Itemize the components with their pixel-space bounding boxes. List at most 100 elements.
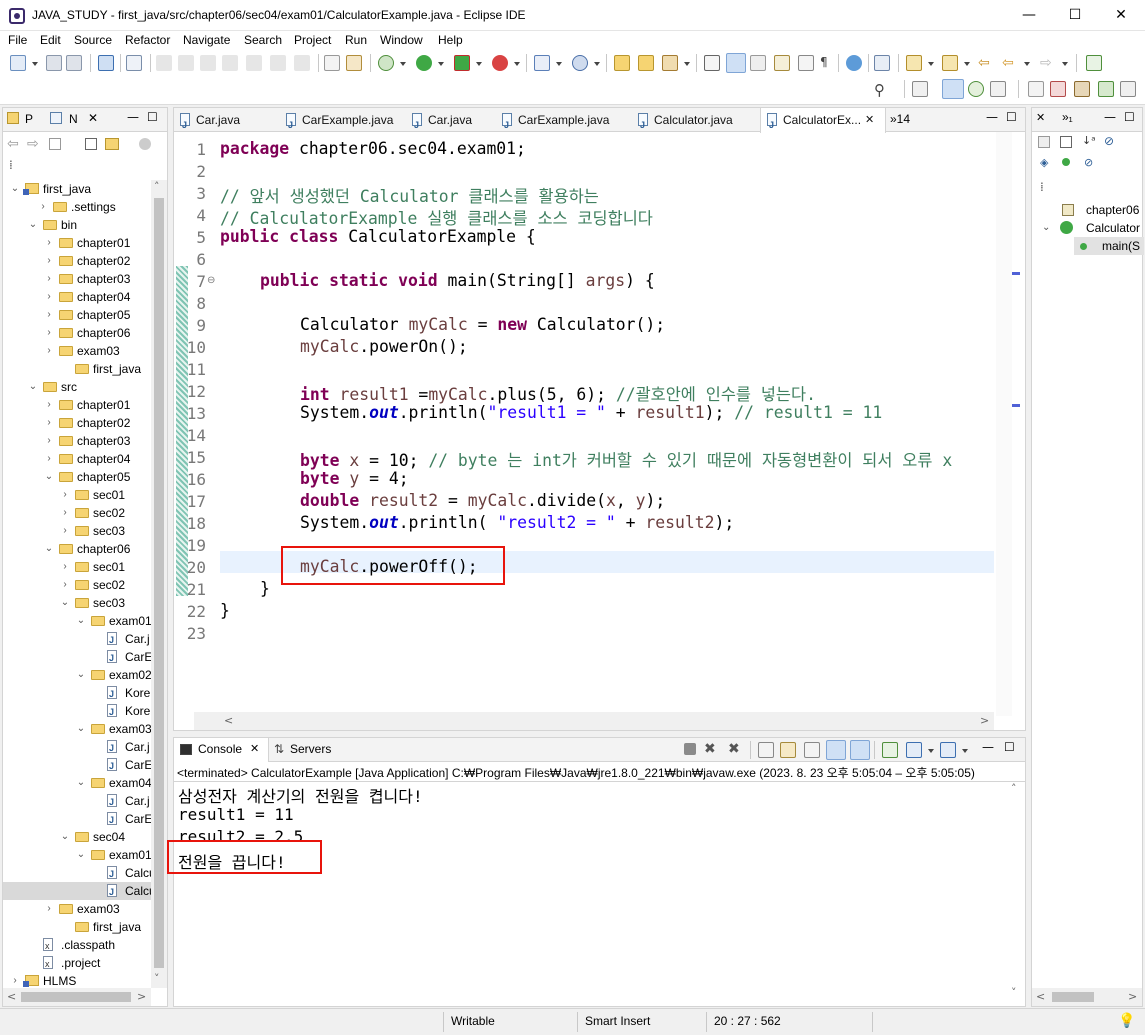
expand-icon[interactable]: › [44,900,54,918]
collapse-icon[interactable]: ⌄ [28,378,38,396]
code-line[interactable]: } [260,579,270,598]
code-line[interactable]: public static void main(String[] args) { [260,271,655,290]
scroll-left-icon[interactable]: < [7,990,16,1003]
expand-icon[interactable]: › [10,972,20,988]
terminal-icon[interactable] [98,55,114,71]
tree-item[interactable]: Car.j [3,630,151,649]
new-icon[interactable] [10,55,26,71]
scroll-right-icon[interactable]: > [137,990,146,1003]
tree-item[interactable]: first_java [3,918,151,936]
terminate-console-icon[interactable] [684,743,696,755]
show-on-stderr-icon[interactable] [850,740,870,760]
tree-item[interactable]: › chapter02 [3,414,151,432]
run-dropdown-icon[interactable] [438,62,444,66]
restore-icon[interactable] [1028,81,1044,97]
tree-item[interactable]: CarE [3,756,151,775]
forward-icon[interactable]: ⇨ [1040,55,1056,71]
next-annotation-icon[interactable] [906,55,922,71]
scroll-down-icon[interactable]: ˅ [1011,986,1017,999]
tree-item[interactable]: ⌄ chapter05 [3,468,151,486]
mark-occurrences-icon[interactable] [726,53,746,73]
new-dropdown-icon[interactable] [32,62,38,66]
expand-icon[interactable]: › [44,324,54,342]
tab-navigator[interactable]: N [69,112,78,126]
scroll-down-icon[interactable]: ˅ [154,972,160,985]
tree-item[interactable]: › HLMS [3,972,151,988]
tab-calculatorexample-java[interactable]: CalculatorEx...✕ [760,108,886,137]
outline-hscroll-thumb[interactable] [1052,992,1094,1002]
tree-item[interactable]: › chapter02 [3,252,151,270]
maximize-outline-icon[interactable]: ☐ [1124,110,1135,124]
tree-item[interactable]: .project [3,954,151,973]
expand-icon[interactable]: › [44,450,54,468]
new-java-project-icon[interactable] [534,55,550,71]
git-perspective-icon[interactable] [990,81,1006,97]
code-line[interactable]: System.out.println("result1 = " + result… [300,403,882,422]
tree-item[interactable]: ⌄ chapter06 [3,540,151,558]
overview-mark-2[interactable] [1012,404,1020,407]
expand-icon[interactable]: › [60,522,70,540]
show-on-stdout-icon[interactable] [826,740,846,760]
editor-horizontal-scrollbar[interactable]: < > [194,712,994,730]
tab-calculator-java[interactable]: Calculator.java [632,108,760,137]
link-with-editor-icon[interactable] [105,138,119,150]
expand-icon[interactable]: › [38,198,48,216]
code-line[interactable]: package chapter06.sec04.exam01; [220,139,526,158]
explorer-hscroll-thumb[interactable] [21,992,131,1002]
tree-item[interactable]: › chapter04 [3,288,151,306]
open-type-icon[interactable] [614,55,630,71]
code-line[interactable]: byte x = 10; // byte 는 int가 커버할 수 있기 때문에… [300,447,952,471]
minimize-button[interactable]: — [1006,0,1052,31]
code-line[interactable]: myCalc.powerOn(); [300,337,468,356]
pilcrow-icon[interactable]: ¶ [820,55,836,71]
tree-item[interactable]: › chapter01 [3,234,151,252]
display-console-dropdown-icon[interactable] [928,749,934,753]
outline-method[interactable]: main(S [1102,239,1140,253]
tree-item[interactable]: › sec01 [3,486,151,504]
remove-launch-icon[interactable]: ✖ [704,741,720,757]
maximize-view-icon[interactable]: ☐ [147,110,158,124]
view-menu-icon[interactable]: ⁞ [9,158,13,172]
close-tab-icon[interactable]: ✕ [88,111,98,125]
minimize-editor-icon[interactable]: — [986,110,998,124]
coverage-dropdown-icon[interactable] [476,62,482,66]
tab-overflow[interactable]: »14 [890,112,910,126]
coverage-icon[interactable] [454,55,470,71]
code-line[interactable]: public class CalculatorExample { [220,227,536,246]
debug-dropdown-icon[interactable] [400,62,406,66]
expand-icon[interactable]: › [44,396,54,414]
code-line[interactable]: } [220,601,230,620]
tree-item[interactable]: › sec02 [3,504,151,522]
tab-car-java-2[interactable]: Car.java [406,108,490,137]
tree-item[interactable]: › sec02 [3,576,151,594]
tree-item[interactable]: CarE [3,648,151,667]
scroll-right-icon[interactable]: > [1128,990,1137,1003]
tree-item[interactable]: › sec01 [3,558,151,576]
globe-icon[interactable] [846,55,862,71]
clear-console-icon[interactable] [758,742,774,758]
drop-to-frame-icon[interactable] [346,55,362,71]
tree-item[interactable]: Kore [3,702,151,721]
tree-item[interactable]: Calcu [3,882,151,901]
new-class-dropdown-icon[interactable] [594,62,600,66]
view-icon-2[interactable] [1074,81,1090,97]
pin-editor-icon[interactable] [1086,55,1102,71]
expand-icon[interactable]: › [60,504,70,522]
debug-perspective-icon[interactable] [968,81,984,97]
menu-edit[interactable]: Edit [40,33,61,47]
view-icon-4[interactable] [1120,81,1136,97]
tree-item[interactable]: › .settings [3,198,151,216]
tree-item[interactable]: Car.j [3,792,151,811]
word-wrap-icon[interactable] [774,55,790,71]
code-line[interactable]: System.out.println( "result2 = " + resul… [300,513,734,532]
collapse-icon[interactable]: ⌄ [76,846,86,864]
expand-icon[interactable]: › [44,432,54,450]
tree-item[interactable]: CarE [3,810,151,829]
expand-icon[interactable]: › [44,270,54,288]
new-java-project-dropdown-icon[interactable] [556,62,562,66]
maximize-console-icon[interactable]: ☐ [1004,740,1015,754]
back-nav-icon[interactable]: ⇦ [7,136,19,152]
collapse-all-icon[interactable] [85,138,97,150]
collapse-icon[interactable]: ⌄ [76,612,86,630]
outline-class[interactable]: Calculator [1086,221,1140,235]
